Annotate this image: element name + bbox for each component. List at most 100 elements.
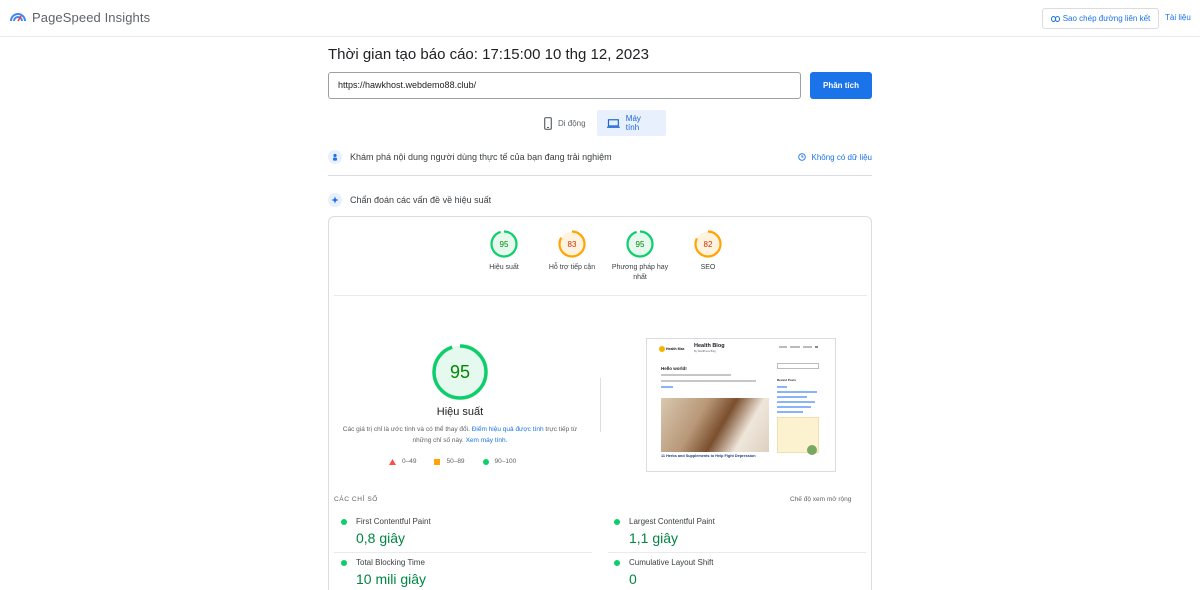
status-dot [341,559,347,566]
thumb-sidebar-link [777,386,787,388]
thumb-sidebar-link [777,406,811,408]
thumb-sidebar-link [777,396,807,398]
gauge-label: Phương pháp hay nhất [611,264,669,281]
thumb-logo: Health Max [659,345,687,353]
legend-range: 90–100 [494,458,517,465]
thumb-post-title: Hello world! [661,366,687,371]
docs-link[interactable]: Tài liệu [1165,13,1191,22]
metric-cls: Cumulative Layout Shift 0 [614,558,864,587]
svg-text:95: 95 [636,240,645,249]
gauge-best-practices[interactable]: 95 Phương pháp hay nhất [606,230,674,283]
status-dot [341,518,347,525]
legend-range: 0–49 [402,458,417,465]
triangle-icon [389,458,396,465]
url-input[interactable]: https://hawkhost.webdemo88.club/ [328,72,801,99]
link-icon [1050,15,1060,22]
thumb-post-heading: 11 Herbs and Supplements to Help Fight D… [661,454,756,458]
diagnose-section: Chẩn đoán các vấn đề về hiệu suất [328,193,872,207]
metric-name: First Contentful Paint [356,517,431,526]
gauge-seo[interactable]: 82 SEO [674,230,742,283]
app-logo[interactable]: PageSpeed Insights [10,9,150,25]
gauge-ring: 95 [490,230,518,258]
thumb-text-line [661,374,731,376]
app-title: PageSpeed Insights [32,9,151,25]
disclaimer-text: Các giá trị chỉ là ước tính và có thể th… [342,426,470,433]
performance-gauge: 95 [432,344,488,400]
metric-divider [608,552,866,553]
gauge-performance[interactable]: 95 Hiệu suất [470,230,538,283]
gauge-ring: 83 [558,230,586,258]
diagnose-title: Chẩn đoán các vấn đề về hiệu suất [350,195,492,205]
metric-name: Total Blocking Time [356,558,425,567]
metrics-label: CÁC CHỈ SỐ [334,496,378,503]
section-divider [328,175,872,176]
laptop-icon [607,118,620,128]
field-data-section: Khám phá nội dung người dùng thực tế của… [328,150,872,164]
metric-name: Cumulative Layout Shift [629,558,714,567]
clock-icon [798,153,807,161]
page-screenshot: Health Max Health Blog By WordPress Blog… [646,338,836,472]
lab-icon [328,193,342,207]
report-time: Thời gian tạo báo cáo: 17:15:00 10 thg 1… [328,46,649,63]
copy-link-button[interactable]: Sao chép đường liên kết [1042,8,1159,29]
square-icon [434,458,441,465]
thumb-search [777,363,819,369]
tab-mobile[interactable]: Di động [534,110,597,136]
tab-desktop-label: Máy tính [625,114,641,132]
performance-score: 95 [450,362,470,382]
expand-view-toggle[interactable]: Chế độ xem mở rộng [790,496,851,503]
metric-name: Largest Contentful Paint [629,517,715,526]
svg-text:83: 83 [568,240,577,249]
gauge-ring: 82 [694,230,722,258]
thumb-post-image [661,398,769,452]
field-data-title: Khám phá nội dung người dùng thực tế của… [350,152,612,162]
legend-average: 50–89 [434,458,465,465]
tab-mobile-label: Di động [558,118,586,128]
metric-value: 0,8 giây [356,530,406,546]
phone-icon [544,116,552,130]
gauge-label: SEO [700,264,716,271]
device-tabs: Di động Máy tính [534,110,666,136]
legend-range: 50–89 [446,458,465,465]
metric-value: 10 mili giây [356,571,427,587]
thumb-sidebar-link [777,391,817,393]
status-dot [614,518,620,525]
metric-value: 0 [629,571,637,587]
circle-icon [482,458,489,465]
thumb-nav [779,346,818,348]
performance-title: Hiệu suất [436,406,484,418]
score-disclaimer: Các giá trị chỉ là ước tính và có thể th… [340,424,580,446]
top-bar: PageSpeed Insights Sao chép đường liên k… [0,0,1200,37]
thumb-site-title: Health Blog [694,343,725,349]
no-data-label: Không có dữ liệu [811,152,872,162]
tab-desktop[interactable]: Máy tính [597,110,666,136]
svg-text:95: 95 [500,240,509,249]
svg-text:82: 82 [704,240,713,249]
gauge-ring: 95 [626,230,654,258]
thumb-site-subtitle: By WordPress Blog [694,350,716,353]
card-divider [334,295,867,296]
status-dot [614,559,620,566]
calculator-link[interactable]: Xem máy tính. [466,437,508,444]
score-calc-link[interactable]: Điểm hiệu quả được tính [472,426,544,433]
metric-fcp: First Contentful Paint 0,8 giây [341,517,591,546]
thumb-text-line [661,380,756,382]
gauge-label: Hỗ trợ tiếp cận [548,264,596,271]
analyze-button[interactable]: Phân tích [810,72,872,99]
users-icon [328,150,342,164]
thumb-logo-badge [659,346,665,352]
thumb-logo-text: Health Max [666,347,685,351]
metric-lcp: Largest Contentful Paint 1,1 giây [614,517,864,546]
thumb-ad-image [807,445,817,455]
category-gauges: 95 Hiệu suất 83 Hỗ trợ tiếp cận 95 Phươn… [470,230,742,283]
thumb-sidebar-title: Recent Posts [777,378,797,382]
gauge-accessibility[interactable]: 83 Hỗ trợ tiếp cận [538,230,606,283]
score-legend: 0–49 50–89 90–100 [389,458,516,465]
legend-pass: 90–100 [482,458,517,465]
thumb-sidebar-link [777,411,803,413]
metric-divider [334,552,592,553]
thumb-text-line [661,386,673,388]
metric-tbt: Total Blocking Time 10 mili giây [341,558,591,587]
copy-link-label: Sao chép đường liên kết [1062,14,1151,23]
no-data-link[interactable]: Không có dữ liệu [798,153,872,162]
